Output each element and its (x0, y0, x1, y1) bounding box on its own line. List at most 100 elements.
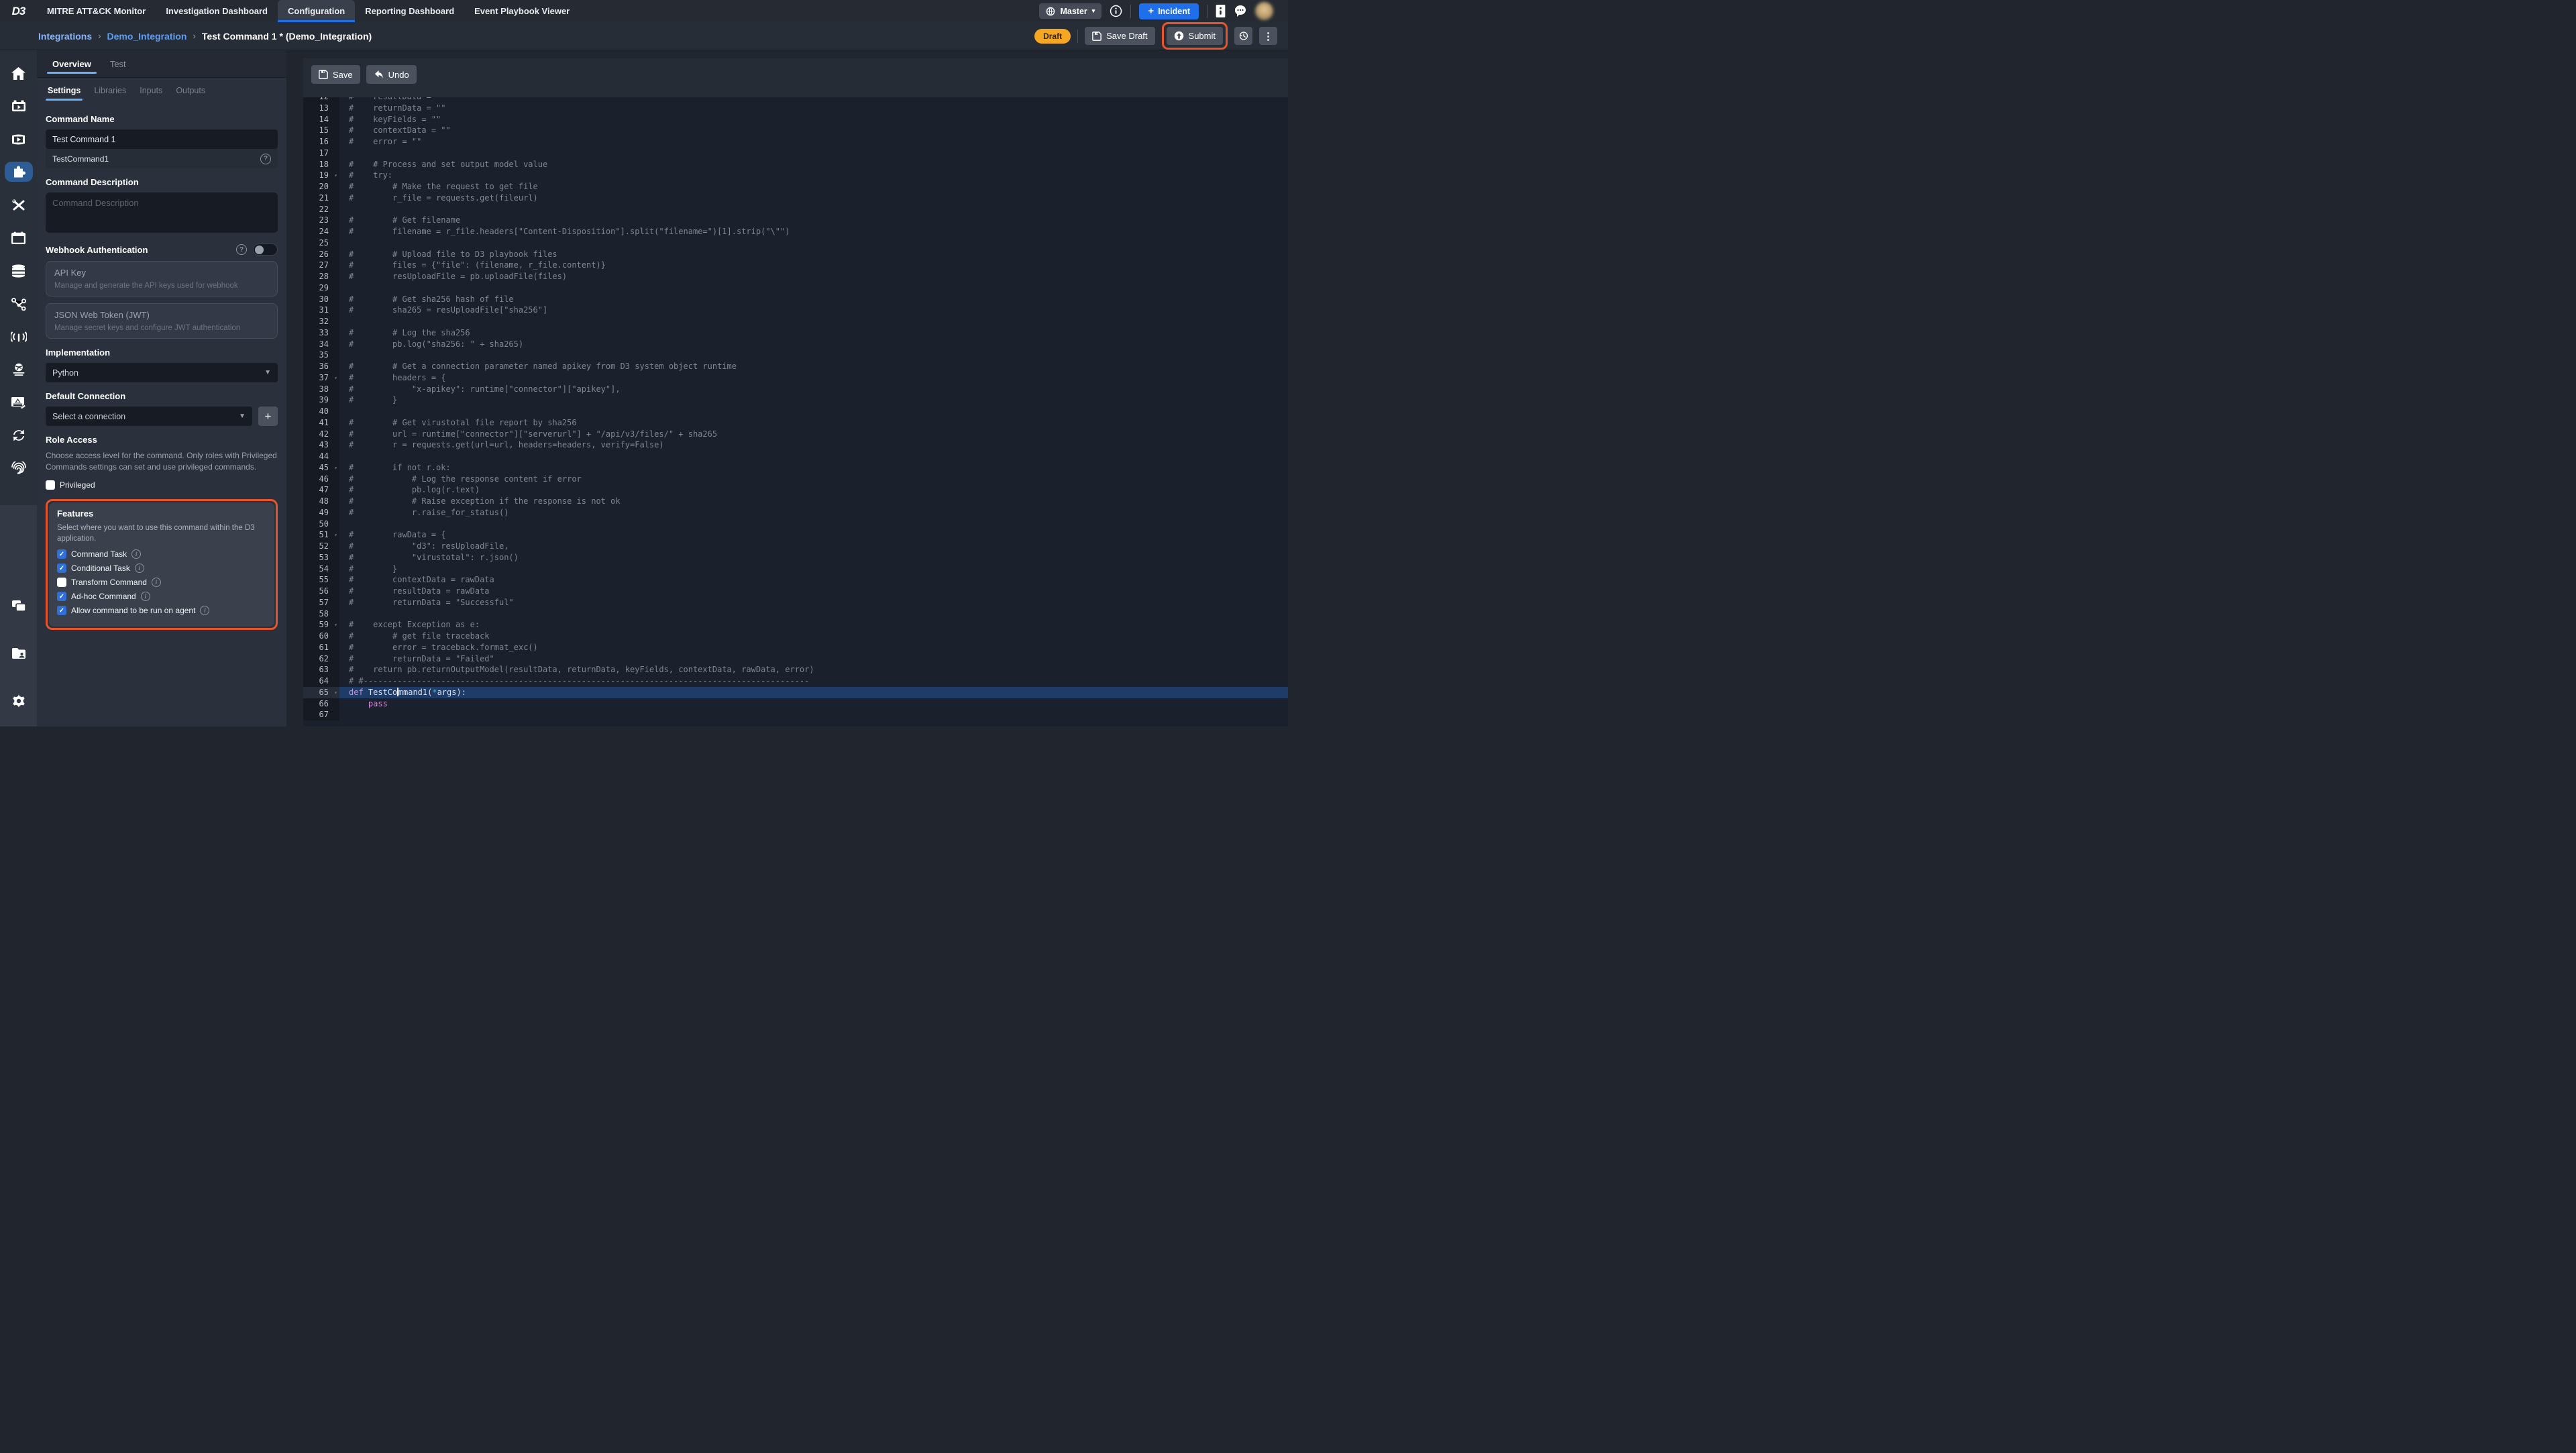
code-line-text[interactable]: # headers = { (339, 372, 1288, 384)
sidebar-calendar-board-icon[interactable] (4, 221, 34, 254)
code-line-text[interactable]: # # get file traceback (339, 631, 1288, 642)
code-line-text[interactable]: # # Log the response content if error (339, 474, 1288, 485)
command-description-textarea[interactable]: Command Description (46, 193, 278, 233)
sidebar-settings-gear-icon[interactable] (4, 684, 34, 717)
code-line-text[interactable]: # r_file = requests.get(fileurl) (339, 193, 1288, 204)
sidebar-home-icon[interactable] (4, 57, 34, 90)
add-incident-button[interactable]: + Incident (1139, 3, 1199, 19)
sidebar-folder-user-icon[interactable] (4, 637, 34, 669)
fold-caret-icon[interactable]: ▾ (334, 688, 337, 699)
code-line-text[interactable]: # rawData = { (339, 529, 1288, 541)
info-icon[interactable] (1110, 5, 1122, 17)
code-line-text[interactable]: # resultData = "" (339, 97, 1288, 103)
tab-overview[interactable]: Overview (46, 50, 98, 77)
fold-caret-icon[interactable]: ▾ (334, 373, 337, 384)
code-line-text[interactable]: pass (339, 698, 1288, 710)
fold-caret-icon[interactable]: ▾ (334, 170, 337, 182)
add-connection-button[interactable]: + (258, 407, 278, 426)
code-line-text[interactable]: # # Get sha256 hash of file (339, 294, 1288, 305)
nav-item-event-playbook-viewer[interactable]: Event Playbook Viewer (464, 0, 580, 22)
implementation-select[interactable]: Python ▼ (46, 363, 278, 382)
breadcrumb-integrations[interactable]: Integrations (38, 31, 92, 42)
sidebar-utility-tools-icon[interactable] (4, 189, 34, 221)
code-editor[interactable]: 12# resultData = ""13# returnData = ""14… (303, 97, 1288, 726)
code-line-text[interactable]: # except Exception as e: (339, 619, 1288, 631)
feature-checkbox[interactable]: ✓ (57, 606, 66, 615)
subtab-libraries[interactable]: Libraries (92, 78, 128, 103)
code-line-text[interactable]: # error = traceback.format_exc() (339, 642, 1288, 653)
code-line-text[interactable]: # try: (339, 170, 1288, 181)
code-line-text[interactable]: # returnData = "Failed" (339, 653, 1288, 665)
editor-undo-button[interactable]: Undo (366, 65, 417, 84)
save-draft-button[interactable]: Save Draft (1085, 27, 1155, 45)
code-line-text[interactable]: # # Upload file to D3 playbook files (339, 249, 1288, 260)
code-line-text[interactable] (339, 406, 1288, 417)
sidebar-connections-nodes-icon[interactable] (4, 287, 34, 320)
code-line-text[interactable]: # contextData = "" (339, 125, 1288, 136)
code-line-text[interactable] (339, 519, 1288, 530)
code-line-text[interactable] (339, 204, 1288, 215)
code-line-text[interactable]: # resultData = rawData (339, 586, 1288, 597)
breadcrumb-demo-integration[interactable]: Demo_Integration (107, 31, 186, 42)
default-connection-select[interactable]: Select a connection ▼ (46, 407, 252, 426)
submit-button[interactable]: Submit (1167, 27, 1223, 45)
code-line-text[interactable]: # # Process and set output model value (339, 159, 1288, 170)
code-line-text[interactable]: # r = requests.get(url=url, headers=head… (339, 439, 1288, 451)
sidebar-playbook-play-icon[interactable] (4, 123, 34, 156)
code-line-text[interactable]: # files = {"file": (filename, r_file.con… (339, 260, 1288, 271)
code-line-text[interactable] (339, 451, 1288, 462)
sidebar-window-copy-icon[interactable] (4, 589, 34, 622)
sidebar-database-icon[interactable] (4, 254, 34, 287)
code-line-text[interactable]: # # Make the request to get file (339, 181, 1288, 193)
help-question-icon[interactable]: ? (260, 154, 271, 164)
code-line-text[interactable] (339, 282, 1288, 294)
code-line-text[interactable]: # returnData = "Successful" (339, 597, 1288, 608)
info-icon[interactable]: i (135, 563, 144, 573)
code-line-text[interactable]: # r.raise_for_status() (339, 507, 1288, 519)
editor-save-button[interactable]: Save (311, 65, 360, 84)
code-line-text[interactable]: # pb.log("sha256: " + sha265) (339, 339, 1288, 350)
fold-caret-icon[interactable]: ▾ (334, 463, 337, 474)
nav-item-investigation-dashboard[interactable]: Investigation Dashboard (156, 0, 278, 22)
code-line-text[interactable]: # "x-apikey": runtime["connector"]["apik… (339, 384, 1288, 395)
code-line-text[interactable]: # filename = r_file.headers["Content-Dis… (339, 226, 1288, 237)
info-icon[interactable]: i (131, 549, 141, 559)
code-line-text[interactable]: # "d3": resUploadFile, (339, 541, 1288, 552)
code-line-text[interactable]: def TestCommand1(*args): (339, 687, 1288, 698)
code-line-text[interactable] (339, 349, 1288, 361)
nav-item-configuration[interactable]: Configuration (278, 0, 355, 22)
sidebar-web-globe-icon[interactable] (4, 353, 34, 386)
code-line-text[interactable]: # } (339, 394, 1288, 406)
code-line-text[interactable]: # sha265 = resUploadFile["sha256"] (339, 305, 1288, 316)
code-line-text[interactable]: # pb.log(r.text) (339, 484, 1288, 496)
subtab-settings[interactable]: Settings (46, 78, 83, 103)
subtab-outputs[interactable]: Outputs (174, 78, 207, 103)
code-line-text[interactable]: # # Get filename (339, 215, 1288, 226)
code-line-text[interactable]: # } (339, 563, 1288, 575)
info-icon[interactable]: i (141, 592, 150, 601)
release-notes-icon[interactable] (1216, 5, 1226, 17)
info-icon[interactable]: i (200, 606, 209, 615)
sidebar-monitor-calendar-icon[interactable] (4, 90, 34, 123)
code-line-text[interactable]: # resUploadFile = pb.uploadFile(files) (339, 271, 1288, 282)
sidebar-fingerprint-icon[interactable] (4, 451, 34, 484)
code-line-text[interactable] (339, 316, 1288, 327)
code-line-text[interactable]: # # Get virustotal file report by sha256 (339, 417, 1288, 429)
tab-test[interactable]: Test (103, 50, 133, 77)
d3-logo[interactable]: D3 (0, 5, 37, 18)
sidebar-incident-form-icon[interactable] (4, 386, 34, 419)
code-line-text[interactable] (339, 148, 1288, 159)
nav-item-mitre-att-ck-monitor[interactable]: MITRE ATT&CK Monitor (37, 0, 156, 22)
code-line-text[interactable]: # # Log the sha256 (339, 327, 1288, 339)
code-line-text[interactable]: # contextData = rawData (339, 574, 1288, 586)
user-avatar[interactable] (1255, 2, 1273, 20)
webhook-card-api-key[interactable]: API KeyManage and generate the API keys … (46, 261, 278, 297)
feature-checkbox[interactable]: ✓ (57, 549, 66, 559)
feature-checkbox[interactable]: ✓ (57, 592, 66, 601)
feature-checkbox[interactable] (57, 578, 66, 587)
code-line-text[interactable]: # # Raise exception if the response is n… (339, 496, 1288, 507)
code-line-text[interactable]: # returnData = "" (339, 103, 1288, 114)
nav-item-reporting-dashboard[interactable]: Reporting Dashboard (355, 0, 464, 22)
code-line-text[interactable]: # return pb.returnOutputModel(resultData… (339, 664, 1288, 676)
fold-caret-icon[interactable]: ▾ (334, 620, 337, 631)
